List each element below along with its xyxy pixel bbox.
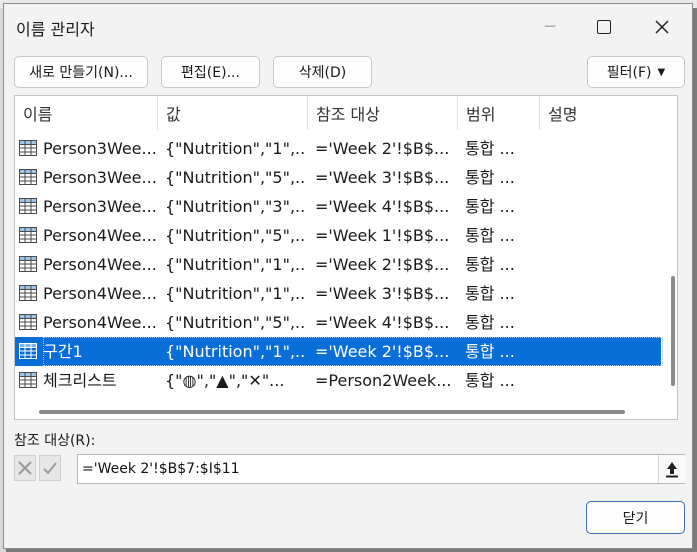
maximize-button[interactable] — [584, 12, 624, 42]
names-list[interactable]: 이름 값 참조 대상 범위 설명 Person3Wee... {"Nutritio… — [14, 95, 678, 420]
table-row[interactable]: Person4Wee... {"Nutrition","5",... ='Week … — [15, 221, 661, 250]
row-scope: 통합 ... — [465, 313, 515, 332]
row-name: Person3Wee... — [43, 197, 157, 216]
vertical-scrollbar[interactable] — [671, 276, 675, 386]
table-icon — [19, 227, 37, 243]
collapse-dialog-button[interactable] — [658, 455, 685, 483]
cancel-edit-button[interactable] — [14, 455, 36, 481]
refers-to-input[interactable]: ='Week 2'!$B$7:$I$11 — [77, 454, 685, 484]
confirm-edit-button[interactable] — [39, 455, 61, 481]
row-name: 체크리스트 — [43, 371, 117, 390]
cancel-x-icon — [18, 461, 32, 475]
edit-name-label: 편집(E)... — [181, 65, 240, 81]
close-icon — [655, 20, 669, 34]
table-icon — [19, 314, 37, 330]
row-value: {"Nutrition","1",... — [165, 255, 307, 274]
column-header-name-label: 이름 — [23, 105, 53, 124]
row-refers-to: =Person2Week... — [315, 371, 452, 390]
row-name: Person3Wee... — [43, 139, 157, 158]
row-name: 구간1 — [43, 342, 83, 361]
row-refers-to: ='Week 4'!$B$... — [315, 313, 450, 332]
collapse-dialog-icon — [666, 462, 678, 478]
table-row[interactable]: Person4Wee... {"Nutrition","5",... ='Week … — [15, 308, 661, 337]
table-icon — [19, 198, 37, 214]
table-icon — [19, 256, 37, 272]
row-scope: 통합 ... — [465, 226, 515, 245]
row-scope: 통합 ... — [465, 255, 515, 274]
check-icon — [43, 462, 57, 475]
row-name: Person3Wee... — [43, 168, 157, 187]
row-refers-to: ='Week 1'!$B$... — [315, 226, 450, 245]
table-icon — [19, 169, 37, 185]
table-row[interactable]: Person3Wee... {"Nutrition","1",... ='Week … — [15, 134, 661, 163]
minimize-button[interactable]: ─ — [530, 12, 570, 42]
close-button[interactable]: 닫기 — [586, 501, 685, 534]
row-scope: 통합 ... — [465, 371, 515, 390]
row-value: {"Nutrition","3",... — [165, 197, 307, 216]
table-icon — [19, 140, 37, 156]
column-header-scope-label: 범위 — [466, 105, 496, 124]
row-scope: 통합 ... — [465, 168, 515, 187]
column-header-value[interactable]: 값 — [157, 96, 307, 130]
table-row[interactable]: Person4Wee... {"Nutrition","1",... ='Week … — [15, 250, 661, 279]
column-header-value-label: 값 — [166, 105, 181, 124]
row-scope: 통합 ... — [465, 342, 515, 361]
table-row[interactable]: Person3Wee... {"Nutrition","5",... ='Week … — [15, 163, 661, 192]
delete-name-button[interactable]: 삭제(D) — [273, 56, 372, 88]
row-refers-to: ='Week 3'!$B$... — [315, 284, 450, 303]
table-icon — [19, 343, 37, 359]
row-scope: 통합 ... — [465, 139, 515, 158]
row-refers-to: ='Week 3'!$B$... — [315, 168, 450, 187]
row-value: {"Nutrition","5",... — [165, 313, 307, 332]
new-name-button[interactable]: 새로 만들기(N)... — [14, 56, 148, 88]
horizontal-scrollbar[interactable] — [39, 410, 625, 414]
refers-to-label: 참조 대상(R): — [14, 433, 96, 449]
chevron-down-icon: ▼ — [657, 66, 666, 78]
row-name: Person4Wee... — [43, 284, 157, 303]
maximize-icon — [597, 20, 611, 34]
row-refers-to: ='Week 2'!$B$... — [315, 139, 450, 158]
delete-name-label: 삭제(D) — [298, 65, 347, 81]
table-icon — [19, 372, 37, 388]
row-value: {"Nutrition","5",... — [165, 168, 307, 187]
row-name: Person4Wee... — [43, 226, 157, 245]
table-icon — [19, 285, 37, 301]
row-name: Person4Wee... — [43, 255, 157, 274]
edit-name-button[interactable]: 편집(E)... — [161, 56, 260, 88]
table-row[interactable]: Person3Wee... {"Nutrition","3",... ='Week … — [15, 192, 661, 221]
close-window-button[interactable] — [642, 12, 682, 42]
table-row[interactable]: Person4Wee... {"Nutrition","1",... ='Week … — [15, 279, 661, 308]
row-value: {"Nutrition","5",... — [165, 226, 307, 245]
row-name: Person4Wee... — [43, 313, 157, 332]
title-bar[interactable]: 이름 관리자 ─ — [4, 4, 692, 48]
row-value: {"◍","▲","✕"... — [165, 371, 285, 390]
dialog-title: 이름 관리자 — [16, 20, 95, 39]
row-scope: 통합 ... — [465, 197, 515, 216]
filter-label: 필터(F) — [606, 65, 652, 81]
filter-button[interactable]: 필터(F) ▼ — [587, 56, 685, 88]
row-value: {"Nutrition","1",... — [165, 284, 307, 303]
name-manager-dialog: 이름 관리자 ─ 새로 만들기(N)... 편집(E)... 삭제(D) 필터(… — [3, 3, 693, 549]
table-row[interactable]: 체크리스트 {"◍","▲","✕"... =Person2Week... 통합 ..… — [15, 366, 661, 395]
column-header-name[interactable]: 이름 — [23, 96, 157, 130]
row-scope: 통합 ... — [465, 284, 515, 303]
row-refers-to: ='Week 2'!$B$... — [315, 342, 450, 361]
row-value: {"Nutrition","1",... — [165, 139, 307, 158]
row-value: {"Nutrition","1",... — [165, 342, 307, 361]
column-header-comment-label: 설명 — [548, 105, 578, 124]
minimize-icon: ─ — [544, 17, 556, 37]
row-refers-to: ='Week 4'!$B$... — [315, 197, 450, 216]
row-refers-to: ='Week 2'!$B$... — [315, 255, 450, 274]
column-header-refers-to[interactable]: 참조 대상 — [307, 96, 457, 130]
column-header-scope[interactable]: 범위 — [457, 96, 539, 130]
close-button-label: 닫기 — [622, 510, 649, 527]
column-header-comment[interactable]: 설명 — [539, 96, 661, 130]
new-name-label: 새로 만들기(N)... — [29, 65, 133, 81]
table-row[interactable]: 구간1 {"Nutrition","1",... ='Week 2'!$B$... 통… — [15, 337, 663, 366]
column-header-refers-to-label: 참조 대상 — [316, 105, 380, 124]
